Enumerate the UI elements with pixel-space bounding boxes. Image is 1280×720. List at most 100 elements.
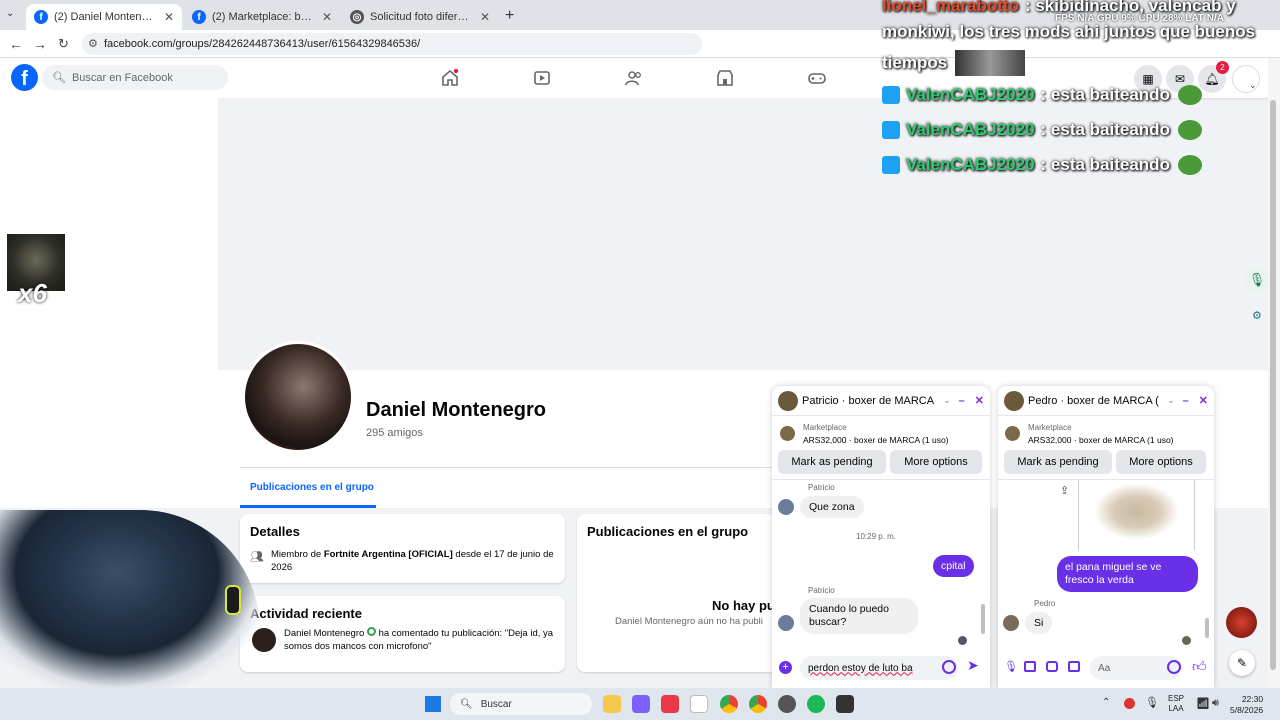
sticker-icon[interactable]	[1046, 661, 1058, 672]
clock[interactable]: 22:30 5/8/2026	[1230, 694, 1263, 716]
friends-count[interactable]: 295 amigos	[366, 427, 423, 439]
volume-icon[interactable]: 🔊︎	[1212, 697, 1219, 710]
store-icon[interactable]	[690, 695, 708, 713]
back-arrow-icon[interactable]: ←	[9, 36, 23, 52]
frog-emote-icon	[1177, 85, 1202, 105]
chrome-icon[interactable]	[720, 695, 738, 713]
thumbs-up-icon[interactable]: 👍︎	[1192, 658, 1207, 675]
app-icon[interactable]	[632, 695, 650, 713]
close-tab-icon[interactable]: ✕	[164, 10, 174, 24]
minimize-icon[interactable]: –	[959, 395, 965, 407]
add-attachment-icon[interactable]: +	[779, 661, 792, 674]
app-icon[interactable]	[778, 695, 796, 713]
emoji-icon[interactable]	[942, 660, 956, 674]
group-link[interactable]: Fortnite Argentina [OFICIAL]	[324, 549, 453, 560]
profile-divider	[240, 467, 800, 468]
chevron-down-icon[interactable]: ⌄	[1167, 395, 1175, 406]
facebook-logo-icon[interactable]: f	[11, 64, 38, 91]
chat-header[interactable]: Pedro · boxer de MARCA (... ⌄ – ✕	[998, 386, 1214, 416]
posts-card: Publicaciones en el grupo No hay pu Dani…	[577, 514, 777, 672]
tab-title: Solicitud foto diferente	[370, 11, 474, 23]
browser-tab-2[interactable]: f (2) Marketplace: boxer de MARCA ✕	[184, 4, 340, 30]
browser-tab-1[interactable]: f (2) Daniel Montenegro | Facebook ✕	[26, 4, 182, 30]
platform-badge-icon	[882, 156, 900, 174]
listing-info[interactable]: ARS32,000 · boxer de MARCA (1 uso)	[1028, 435, 1174, 445]
reload-icon[interactable]: ↻	[58, 36, 69, 52]
mark-pending-button[interactable]: Mark as pending	[778, 450, 886, 474]
tab-title: (2) Marketplace: boxer de MARCA	[212, 11, 316, 23]
tab-list-button[interactable]: ⌄	[6, 8, 20, 22]
details-card: Detalles 👥︎ Miembro de Fortnite Argentin…	[240, 514, 565, 583]
message-input[interactable]: perdon estoy de luto ba	[800, 656, 958, 680]
minimize-icon[interactable]: –	[1183, 395, 1189, 407]
microphone-icon[interactable]: 🎙︎	[1145, 696, 1159, 709]
share-icon[interactable]: ⇪	[1060, 484, 1069, 497]
url-bar[interactable]: facebook.com/groups/284262448736413/user…	[82, 33, 702, 55]
overlay-emote-image	[955, 50, 1026, 76]
voice-assistant-icon[interactable]: 🎙︎	[1245, 268, 1269, 292]
keyboard-layout: LAA	[1168, 704, 1184, 713]
chevron-down-icon[interactable]: ⌄	[943, 395, 951, 406]
message-bubble: Si	[1025, 612, 1053, 634]
tab-group-posts[interactable]: Publicaciones en el grupo	[250, 482, 374, 493]
read-receipt-avatar	[1182, 636, 1191, 645]
chat-window-pedro: Pedro · boxer de MARCA (... ⌄ – ✕ Market…	[998, 386, 1214, 688]
emoji-icon[interactable]	[1167, 660, 1181, 674]
language-indicator[interactable]: ESP LAA	[1168, 694, 1184, 714]
tray-app-icon[interactable]	[1124, 698, 1135, 709]
wifi-icon[interactable]: 📶︎	[1196, 697, 1210, 710]
forward-arrow-icon[interactable]: →	[33, 36, 47, 52]
frog-emote-icon	[1177, 155, 1202, 175]
browser-tab-3[interactable]: ◎ Solicitud foto diferente ✕	[342, 4, 498, 30]
settings-gear-icon[interactable]: ⚙	[1252, 309, 1262, 322]
new-tab-button[interactable]: +	[505, 7, 514, 25]
listing-info[interactable]: ARS32,000 · boxer de MARCA (1 uso)	[803, 435, 949, 445]
home-icon[interactable]	[441, 69, 459, 87]
online-status-icon	[366, 627, 376, 636]
close-tab-icon[interactable]: ✕	[480, 10, 490, 24]
account-chevron-icon[interactable]: ⌄	[1249, 80, 1257, 91]
send-icon[interactable]: ➤	[967, 657, 979, 674]
search-icon: 🔍︎	[460, 698, 473, 710]
app-icon[interactable]	[836, 695, 854, 713]
sender-name: Patricio	[808, 483, 835, 492]
activity-text[interactable]: Daniel Montenegro ha comentado tu public…	[284, 627, 559, 653]
chat-message: : esta baiteando	[1040, 85, 1170, 104]
chat-scrollbar[interactable]	[981, 604, 985, 634]
site-info-icon[interactable]: ⚙	[88, 37, 98, 50]
overlay-chat-line-1: lionel_marabotto : skibidinacho, valenca…	[882, 0, 1236, 16]
tray-chevron-icon[interactable]: ⌃	[1102, 697, 1110, 708]
more-options-button[interactable]: More options	[1116, 450, 1206, 474]
photo-icon[interactable]	[1024, 661, 1036, 672]
marketplace-icon[interactable]	[716, 69, 734, 87]
microphone-icon[interactable]: 🎙︎	[1004, 660, 1018, 673]
friends-icon[interactable]	[625, 69, 643, 87]
gif-icon[interactable]	[1068, 661, 1080, 672]
taskbar-search-label: Buscar	[480, 698, 512, 710]
close-tab-icon[interactable]: ✕	[322, 10, 332, 24]
chat-head-avatar[interactable]	[1226, 607, 1257, 638]
chat-message: : skibidinacho, valencab y	[1024, 0, 1236, 15]
clock-date: 5/8/2026	[1230, 705, 1264, 715]
more-options-button[interactable]: More options	[890, 450, 982, 474]
mark-pending-button[interactable]: Mark as pending	[1004, 450, 1112, 474]
close-icon[interactable]: ✕	[975, 394, 984, 407]
profile-picture[interactable]	[242, 341, 354, 453]
chrome-icon[interactable]	[749, 695, 767, 713]
gaming-icon[interactable]	[808, 69, 826, 87]
app-icon[interactable]	[661, 695, 679, 713]
close-icon[interactable]: ✕	[1199, 394, 1208, 407]
windows-start-icon[interactable]	[425, 696, 441, 712]
scrollbar-thumb[interactable]	[1270, 100, 1276, 670]
search-input[interactable]: 🔍︎ Buscar en Facebook	[42, 65, 228, 90]
taskbar-search-input[interactable]: 🔍︎ Buscar	[450, 693, 592, 715]
new-message-button[interactable]: ✎	[1229, 650, 1255, 676]
file-explorer-icon[interactable]	[603, 695, 621, 713]
headset-icon	[225, 585, 241, 615]
video-icon[interactable]	[533, 69, 551, 87]
posts-empty-subtitle: Daniel Montenegro aún no ha publi	[615, 616, 763, 627]
url-text: facebook.com/groups/284262448736413/user…	[104, 38, 421, 50]
chat-scrollbar[interactable]	[1205, 618, 1209, 638]
chat-header[interactable]: Patricio · boxer de MARCA... ⌄ – ✕	[772, 386, 990, 416]
spotify-icon[interactable]	[807, 695, 825, 713]
